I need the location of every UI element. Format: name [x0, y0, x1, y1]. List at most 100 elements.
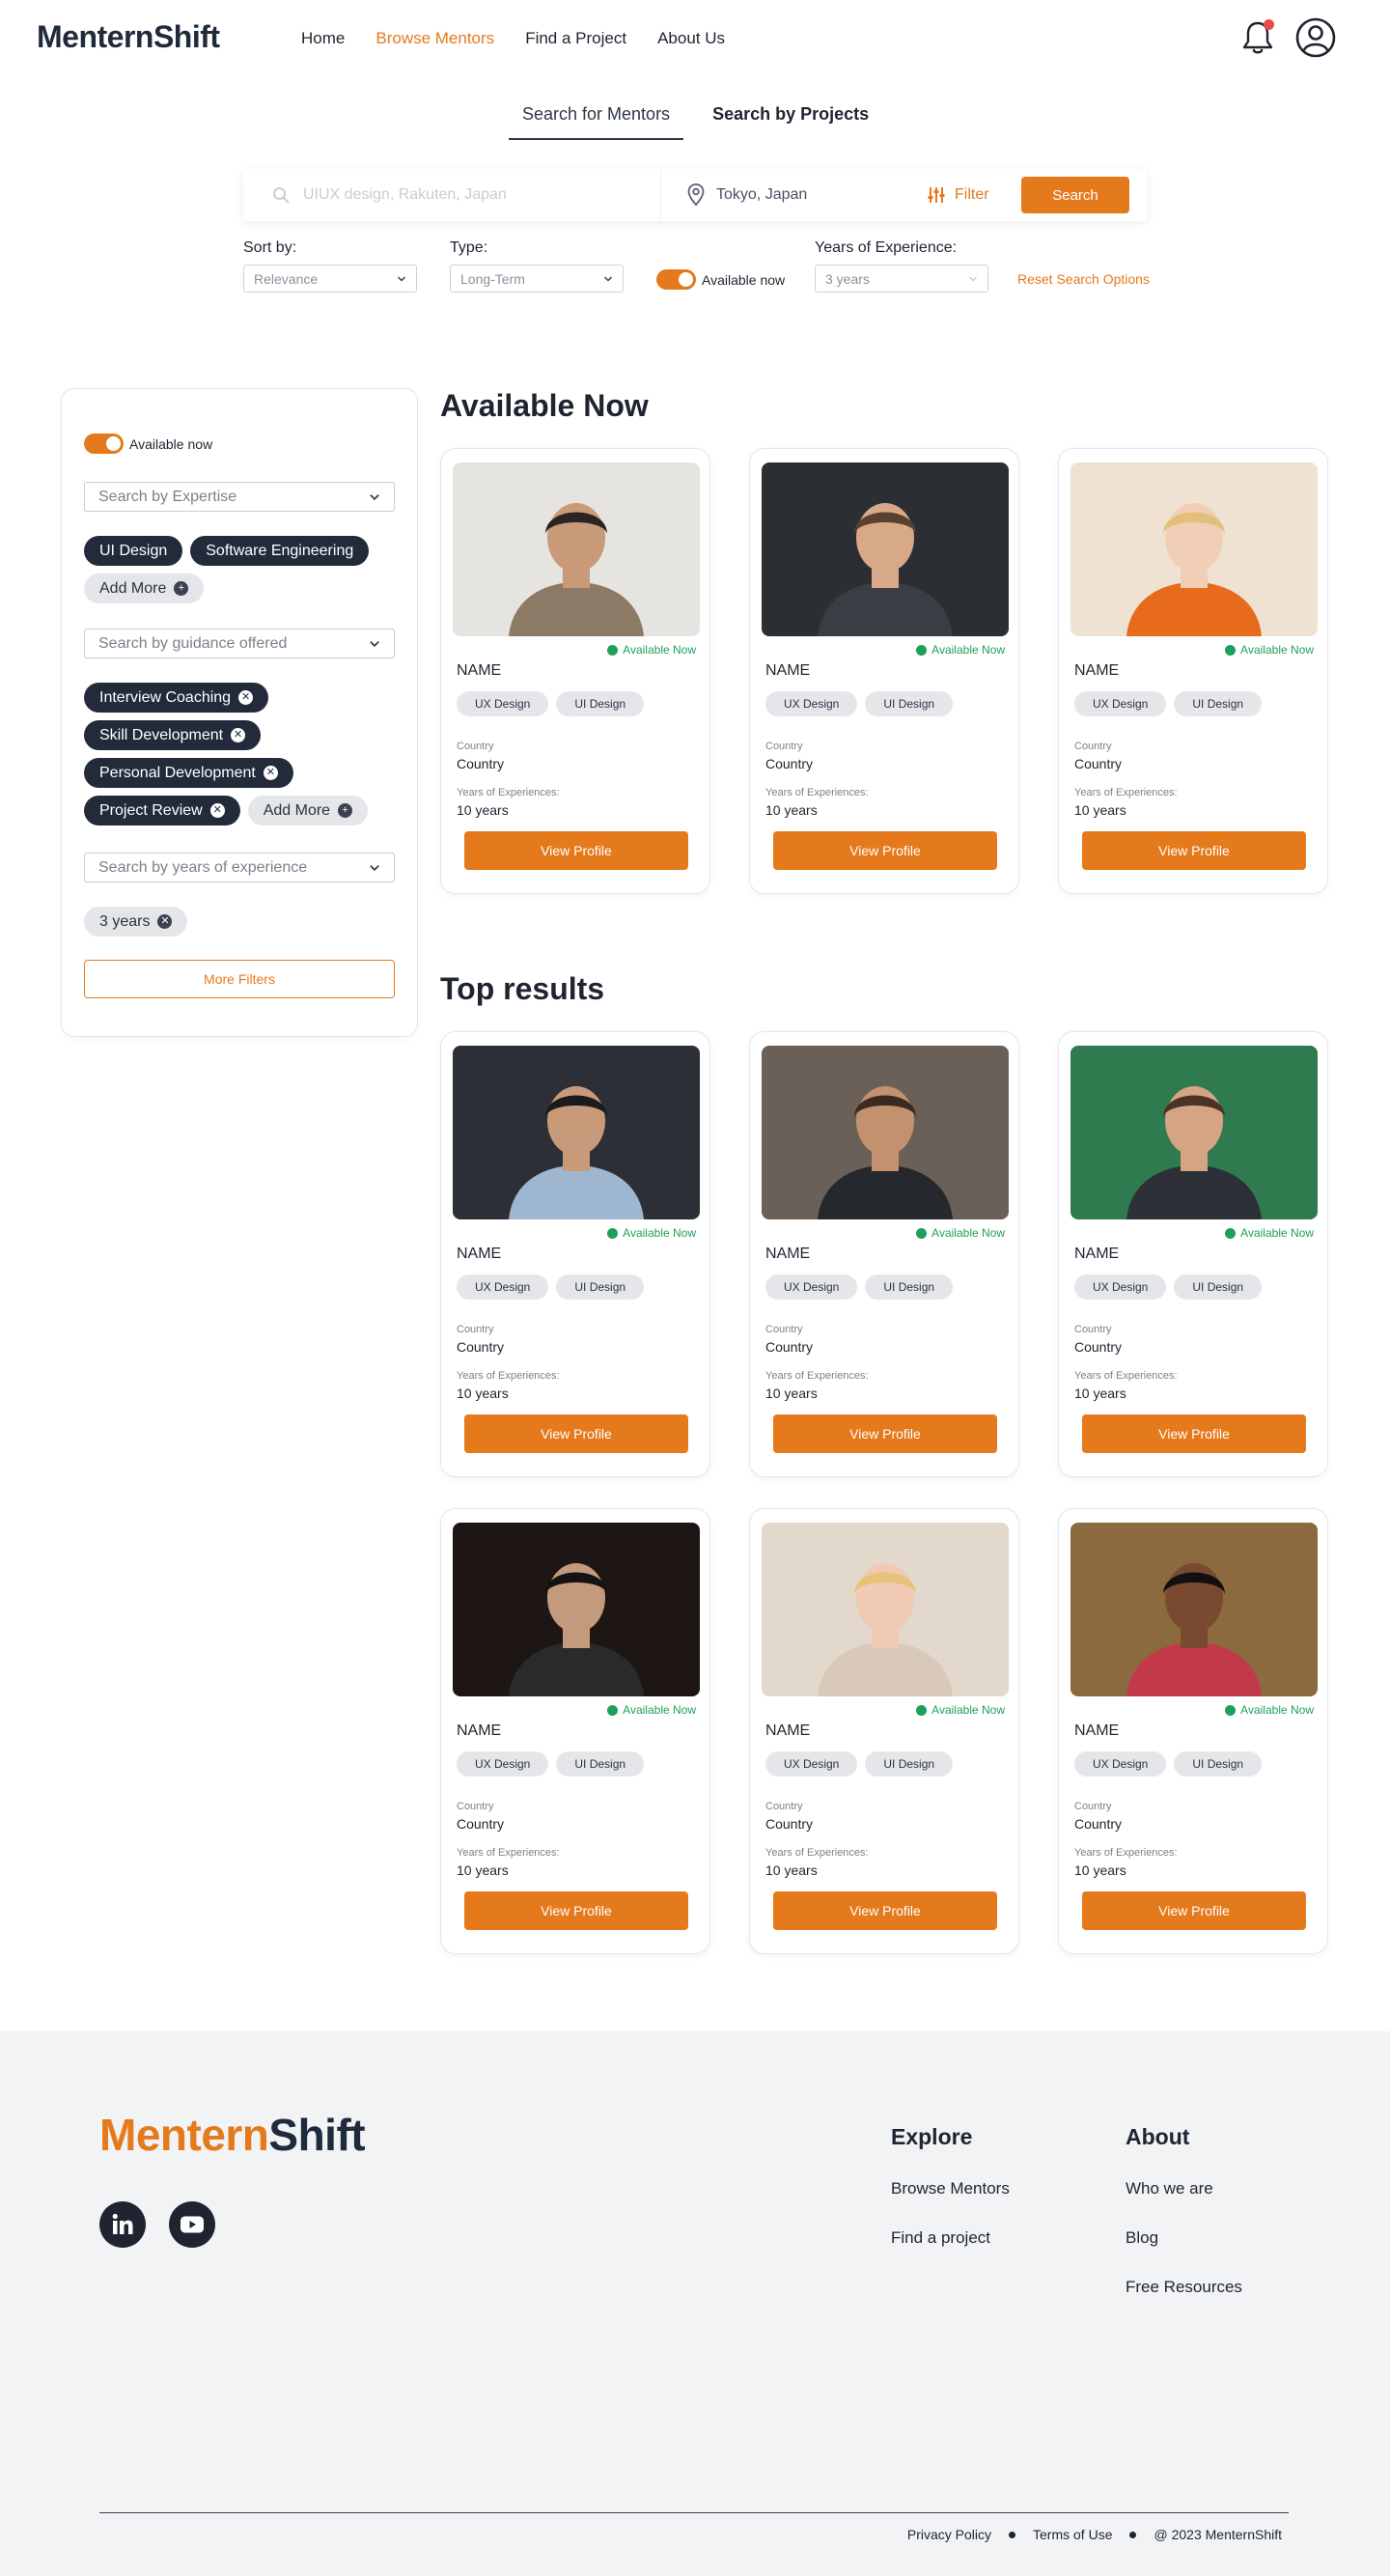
footer-link-blog[interactable]: Blog [1126, 2228, 1158, 2248]
mentor-photo[interactable] [453, 1046, 700, 1219]
country-label: Country [457, 741, 494, 752]
chevron-down-icon [968, 275, 978, 282]
sort-by-select[interactable]: Relevance [243, 265, 417, 293]
availability-status: Available Now [607, 1703, 696, 1717]
bullet-separator [1129, 2531, 1137, 2538]
chip-ui-design[interactable]: UI Design [84, 536, 183, 566]
mentor-photo[interactable] [1070, 462, 1318, 636]
notification-dot [1264, 19, 1274, 30]
mentor-card[interactable]: Available Now NAME UX Design UI Design Count… [1058, 1031, 1328, 1477]
chip-3-years[interactable]: 3 years ✕ [84, 907, 188, 937]
view-profile-button[interactable]: View Profile [773, 1414, 997, 1453]
type-value: Long-Term [460, 270, 525, 287]
linkedin-icon[interactable] [99, 2201, 146, 2248]
mentor-name: NAME [457, 1246, 502, 1262]
available-now-heading: Available Now [440, 388, 649, 423]
mentor-name: NAME [765, 1246, 811, 1262]
youtube-icon[interactable] [169, 2201, 215, 2248]
terms-of-use-link[interactable]: Terms of Use [1033, 2527, 1112, 2542]
sidebar-available-toggle[interactable] [84, 434, 124, 454]
footer-link-free-resources[interactable]: Free Resources [1126, 2278, 1242, 2297]
mentor-card[interactable]: Available Now NAME UX Design UI Design Count… [440, 448, 710, 894]
nav-home[interactable]: Home [301, 29, 345, 48]
site-footer: MenternShift Explore Browse Mentors Find… [0, 2031, 1390, 2576]
view-profile-button[interactable]: View Profile [1082, 831, 1306, 870]
mentor-tags: UX Design UI Design [765, 1751, 954, 1777]
nav-find-project[interactable]: Find a Project [525, 29, 626, 48]
status-dot [916, 1227, 928, 1239]
search-input[interactable] [303, 182, 631, 209]
footer-link-who-we-are[interactable]: Who we are [1126, 2179, 1213, 2198]
close-icon[interactable]: ✕ [263, 766, 278, 780]
mentor-photo[interactable] [453, 1523, 700, 1696]
country-label: Country [765, 741, 803, 752]
mentor-name: NAME [1074, 1722, 1120, 1739]
mentor-tags: UX Design UI Design [1074, 1751, 1263, 1777]
privacy-policy-link[interactable]: Privacy Policy [907, 2527, 991, 2542]
mentor-photo[interactable] [762, 462, 1009, 636]
guidance-select[interactable]: Search by guidance offered [84, 629, 395, 658]
mentor-card[interactable]: Available Now NAME UX Design UI Design Count… [440, 1508, 710, 1954]
nav-browse-mentors[interactable]: Browse Mentors [375, 29, 494, 48]
reset-search-link[interactable]: Reset Search Options [1017, 271, 1150, 287]
mentor-card[interactable]: Available Now NAME UX Design UI Design Count… [1058, 1508, 1328, 1954]
view-profile-button[interactable]: View Profile [773, 831, 997, 870]
mentor-card[interactable]: Available Now NAME UX Design UI Design Count… [440, 1031, 710, 1477]
type-select[interactable]: Long-Term [450, 265, 624, 293]
site-logo[interactable]: MenternShift [37, 19, 220, 55]
footer-logo[interactable]: MenternShift [99, 2109, 366, 2161]
view-profile-button[interactable]: View Profile [464, 831, 688, 870]
mentor-photo[interactable] [1070, 1523, 1318, 1696]
availability-status: Available Now [916, 1703, 1005, 1717]
mentor-card[interactable]: Available Now NAME UX Design UI Design Count… [1058, 448, 1328, 894]
availability-label: Available Now [931, 643, 1005, 657]
search-button[interactable]: Search [1021, 177, 1129, 213]
status-dot [1225, 1227, 1237, 1239]
close-icon[interactable]: ✕ [238, 690, 254, 705]
close-icon[interactable]: ✕ [231, 728, 246, 742]
availability-label: Available Now [623, 643, 696, 657]
chevron-down-icon [370, 864, 379, 871]
mentor-card[interactable]: Available Now NAME UX Design UI Design Count… [749, 448, 1019, 894]
chip-skill-development[interactable]: Skill Development ✕ [84, 720, 262, 750]
mentor-photo[interactable] [762, 1046, 1009, 1219]
add-more-expertise[interactable]: Add More + [84, 574, 205, 603]
expertise-select[interactable]: Search by Expertise [84, 482, 395, 512]
mentor-card[interactable]: Available Now NAME UX Design UI Design Count… [749, 1031, 1019, 1477]
mentor-card[interactable]: Available Now NAME UX Design UI Design Count… [749, 1508, 1019, 1954]
view-profile-button[interactable]: View Profile [464, 1414, 688, 1453]
footer-link-find-project[interactable]: Find a project [891, 2228, 990, 2248]
filter-button[interactable]: Filter [927, 185, 989, 205]
years-select[interactable]: Search by years of experience [84, 853, 395, 882]
mentor-name: NAME [1074, 1246, 1120, 1262]
tab-search-mentors[interactable]: Search for Mentors [509, 104, 684, 140]
chip-personal-development[interactable]: Personal Development ✕ [84, 758, 293, 788]
tab-search-projects[interactable]: Search by Projects [699, 104, 882, 140]
chip-software-engineering[interactable]: Software Engineering [190, 536, 370, 566]
chip-label: Project Review [99, 801, 203, 819]
availability-status: Available Now [916, 1226, 1005, 1240]
footer-link-browse-mentors[interactable]: Browse Mentors [891, 2179, 1010, 2198]
country-value: Country [1074, 1339, 1123, 1355]
close-icon[interactable]: ✕ [157, 914, 173, 929]
close-icon[interactable]: ✕ [209, 803, 225, 818]
available-now-toggle[interactable] [656, 269, 696, 290]
status-dot [916, 1704, 928, 1716]
chip-interview-coaching[interactable]: Interview Coaching ✕ [84, 683, 269, 713]
location-field[interactable]: Tokyo, Japan [716, 186, 807, 204]
account-icon[interactable] [1295, 17, 1336, 58]
view-profile-button[interactable]: View Profile [773, 1891, 997, 1930]
country-label: Country [457, 1801, 494, 1812]
add-more-guidance[interactable]: Add More + [247, 796, 369, 826]
mentor-photo[interactable] [762, 1523, 1009, 1696]
more-filters-button[interactable]: More Filters [84, 960, 395, 998]
view-profile-button[interactable]: View Profile [1082, 1891, 1306, 1930]
view-profile-button[interactable]: View Profile [1082, 1414, 1306, 1453]
mentor-photo[interactable] [453, 462, 700, 636]
chip-project-review[interactable]: Project Review ✕ [84, 796, 240, 826]
nav-about-us[interactable]: About Us [657, 29, 725, 48]
experience-select[interactable]: 3 years [815, 265, 988, 293]
view-profile-button[interactable]: View Profile [464, 1891, 688, 1930]
experience-label: Years of Experiences: [1074, 1847, 1178, 1859]
mentor-photo[interactable] [1070, 1046, 1318, 1219]
